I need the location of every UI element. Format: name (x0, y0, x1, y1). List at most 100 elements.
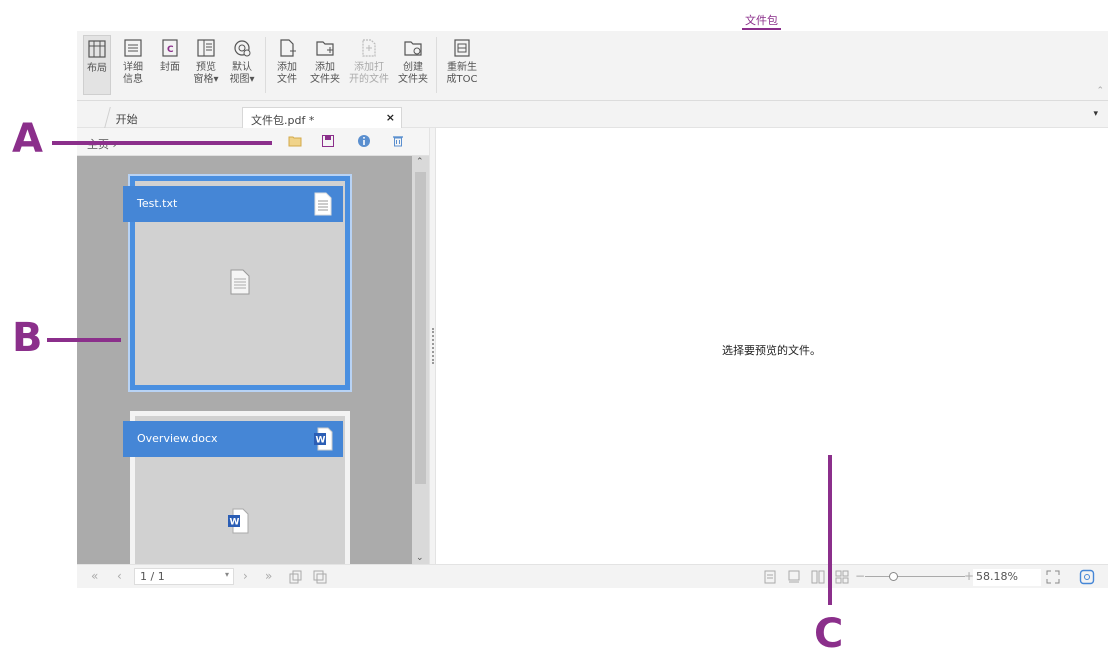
file-card-header: Overview.docx W (123, 421, 343, 457)
text-file-preview-icon (230, 269, 250, 295)
default-view-label-1: 默认 (232, 62, 252, 73)
next-page-icon[interactable]: › (243, 569, 248, 583)
file-list-panel: 主页 › Test.txt Overview. (77, 128, 429, 571)
regenerate-toc-label-1: 重新生 (447, 62, 477, 73)
fullscreen-icon[interactable] (1046, 570, 1060, 584)
default-view-icon (234, 40, 251, 57)
last-page-icon[interactable]: » (265, 569, 272, 583)
svg-text:W: W (230, 518, 240, 528)
ribbon-separator (436, 37, 437, 93)
pane-splitter[interactable] (429, 128, 436, 564)
default-view-button[interactable]: 默认 视图▾ (225, 35, 259, 86)
splitter-grip (432, 328, 434, 364)
file-card[interactable]: Overview.docx W W (123, 411, 350, 571)
callout-label-a: A (12, 116, 43, 162)
first-page-icon[interactable]: « (91, 569, 98, 583)
details-label-2: 信息 (123, 74, 143, 85)
zoom-slider-track[interactable] (865, 576, 965, 577)
preview-pane-icon (197, 39, 215, 57)
preview-pane-label-2: 窗格▾ (193, 74, 219, 85)
continuous-view-icon[interactable] (787, 570, 801, 584)
zoom-slider-handle[interactable] (889, 572, 898, 581)
create-folder-label-1: 创建 (403, 62, 423, 73)
facing-view-icon[interactable] (811, 570, 825, 584)
tab-portfolio-label: 文件包.pdf * (251, 114, 315, 127)
scroll-down-icon[interactable]: ⌄ (416, 553, 424, 563)
preview-placeholder-text: 选择要预览的文件。 (722, 344, 821, 357)
details-button[interactable]: 详细 信息 (117, 35, 149, 86)
default-view-label-2: 视图▾ (229, 74, 255, 85)
ribbon-tab-portfolio[interactable]: 文件包 (742, 14, 781, 30)
word-document-preview-icon: W (228, 508, 249, 534)
zoom-out-icon[interactable]: − (855, 569, 865, 583)
regenerate-toc-button[interactable]: 重新生 成TOC (443, 35, 481, 86)
page-dropdown-icon[interactable]: ▾ (225, 570, 229, 579)
text-file-icon (314, 192, 332, 216)
tab-start[interactable]: 开始 (104, 107, 240, 128)
layout-icon (88, 40, 106, 58)
svg-text:W: W (316, 436, 326, 446)
callout-label-c: C (814, 611, 844, 653)
tab-start-label: 开始 (115, 113, 138, 126)
file-name: Overview.docx (137, 432, 218, 445)
panel-scrollbar[interactable]: ⌃ ⌄ (412, 156, 429, 564)
document-tabbar: 开始 文件包.pdf * × ▾ (77, 101, 1108, 128)
add-file-icon (280, 39, 296, 57)
paste-page-icon[interactable] (313, 570, 327, 584)
details-label-1: 详细 (123, 62, 143, 73)
layout-label: 布局 (87, 63, 107, 74)
add-open-files-icon (362, 39, 376, 57)
open-folder-icon[interactable] (287, 134, 303, 150)
callout-line-b (47, 338, 121, 342)
details-list-icon (124, 39, 142, 57)
status-bar: « ‹ 1 / 1 ▾ › » − + 58.18% (77, 564, 1108, 588)
scroll-up-icon[interactable]: ⌃ (416, 157, 424, 167)
add-folder-label-2: 文件夹 (310, 74, 340, 85)
create-folder-label-2: 文件夹 (398, 74, 428, 85)
add-folder-label-1: 添加 (315, 62, 335, 73)
regenerate-toc-label-2: 成TOC (446, 74, 478, 85)
tab-list-dropdown-icon[interactable]: ▾ (1093, 109, 1098, 119)
file-name: Test.txt (137, 197, 178, 210)
layout-button[interactable]: 布局 (83, 35, 111, 95)
zoom-level-field[interactable]: 58.18% (973, 569, 1041, 586)
callout-label-b: B (12, 315, 43, 361)
add-file-button[interactable]: 添加 文件 (271, 35, 303, 86)
create-folder-icon (404, 41, 422, 56)
ribbon-collapse-icon[interactable]: ⌃ (1096, 86, 1104, 96)
add-folder-button[interactable]: 添加 文件夹 (307, 35, 343, 86)
word-document-icon: W (314, 427, 333, 451)
feedback-icon[interactable] (1079, 569, 1095, 585)
file-card[interactable]: Test.txt (123, 174, 352, 392)
create-folder-button[interactable]: 创建 文件夹 (395, 35, 431, 86)
add-folder-icon (316, 41, 334, 56)
ribbon-separator (265, 37, 266, 93)
cover-button[interactable]: C 封面 (155, 35, 185, 74)
previous-page-icon[interactable]: ‹ (117, 569, 122, 583)
file-card-header: Test.txt (123, 186, 343, 222)
cover-label: 封面 (160, 62, 180, 73)
app-window: 文件包 布局 详细 信息 C 封面 预览 窗格▾ 默认 视图▾ 添加 文件 添加… (0, 0, 1108, 653)
callout-line-a (52, 141, 272, 145)
tab-portfolio-pdf[interactable]: 文件包.pdf * × (242, 107, 402, 128)
add-open-files-label-2: 开的文件 (349, 74, 389, 85)
page-number: 1 / 1 (140, 570, 165, 583)
continuous-facing-view-icon[interactable] (835, 570, 849, 584)
delete-icon[interactable] (390, 134, 406, 150)
add-file-label-2: 文件 (277, 74, 297, 85)
single-page-view-icon[interactable] (763, 570, 777, 584)
info-icon[interactable] (356, 134, 372, 150)
callout-line-c (828, 455, 832, 605)
save-icon[interactable] (320, 134, 336, 150)
add-file-label-1: 添加 (277, 62, 297, 73)
scrollbar-thumb[interactable] (415, 172, 426, 484)
add-open-files-button[interactable]: 添加打 开的文件 (347, 35, 391, 86)
preview-pane-label-1: 预览 (196, 62, 216, 73)
preview-pane: 选择要预览的文件。 (437, 128, 1108, 564)
preview-pane-button[interactable]: 预览 窗格▾ (190, 35, 222, 86)
tab-close-icon[interactable]: × (386, 111, 395, 124)
cover-icon: C (162, 39, 178, 57)
ribbon-toolbar: 布局 详细 信息 C 封面 预览 窗格▾ 默认 视图▾ 添加 文件 添加 文件夹… (77, 31, 1108, 101)
copy-page-icon[interactable] (289, 570, 303, 584)
page-number-field[interactable]: 1 / 1 ▾ (134, 568, 234, 585)
